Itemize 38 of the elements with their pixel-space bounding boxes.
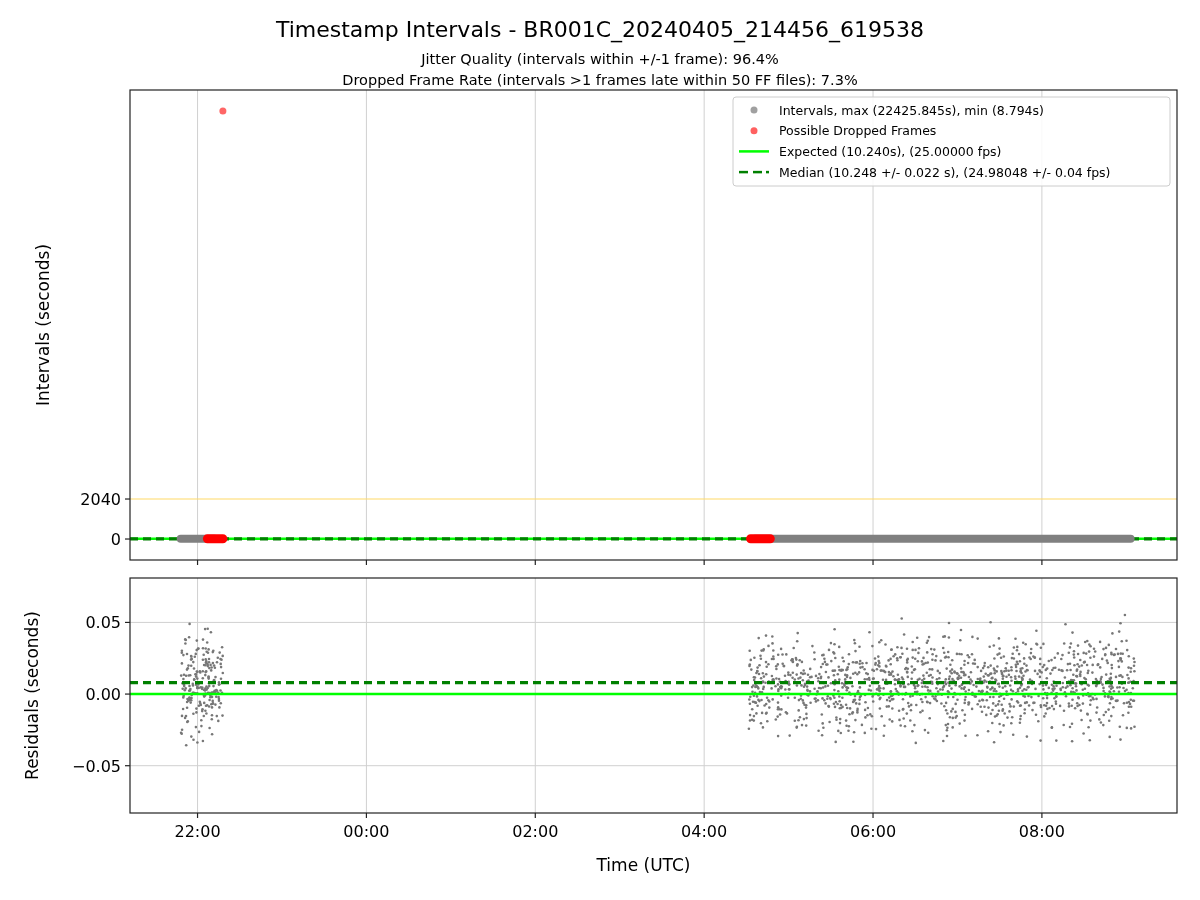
legend-label: Expected (10.240s), (25.00000 fps) <box>779 143 1002 159</box>
tick-mark <box>196 559 199 566</box>
tick-mark <box>534 559 536 566</box>
y-axis-label: Residuals (seconds) <box>22 611 42 780</box>
x-tick-label: 08:00 <box>1018 822 1065 841</box>
y-tick-label: 2040 <box>80 490 121 509</box>
tick-mark <box>872 812 874 819</box>
tick-mark <box>1041 559 1043 566</box>
tick-mark <box>534 812 536 819</box>
tick-mark <box>196 812 199 819</box>
tick-mark <box>365 559 368 566</box>
tick-mark <box>124 765 131 767</box>
y-tick-label: 0.00 <box>85 685 121 705</box>
tick-mark <box>124 498 131 500</box>
x-tick-label: 22:00 <box>174 822 221 841</box>
y-tick-label: 0.05 <box>85 613 121 633</box>
x-tick-label: 06:00 <box>850 822 897 841</box>
x-axis-label: Time (UTC) <box>596 855 691 875</box>
legend-label: Median (10.248 +/- 0.022 s), (24.98048 +/- 0.04 fps) <box>779 164 1111 180</box>
y-axis-label: Intervals (seconds) <box>33 243 53 407</box>
legend-label: Possible Dropped Frames <box>779 123 937 139</box>
tick-mark <box>1041 812 1043 819</box>
x-tick-label: 02:00 <box>512 822 559 841</box>
tick-mark <box>703 559 705 566</box>
x-tick-label: 04:00 <box>681 822 728 841</box>
figure-title: Timestamp Intervals - BR001C_20240405_214456_619538 <box>275 17 925 42</box>
legend-label: Intervals, max (22425.845s), min (8.794s) <box>779 102 1044 118</box>
tick-mark <box>365 812 368 819</box>
figure-subtitle: Dropped Frame Rate (intervals >1 frames late within 50 FF files): 7.3% <box>342 72 858 88</box>
y-tick-label: −0.05 <box>71 756 121 776</box>
tick-mark <box>124 538 131 540</box>
tick-mark <box>124 621 131 623</box>
y-tick-label: 0 <box>110 530 121 549</box>
figure-subtitle: Jitter Quality (intervals within +/-1 frame): 96.4% <box>421 51 779 67</box>
tick-mark <box>124 693 131 695</box>
x-tick-label: 00:00 <box>343 822 390 841</box>
tick-mark <box>872 559 874 566</box>
tick-mark <box>703 812 705 819</box>
